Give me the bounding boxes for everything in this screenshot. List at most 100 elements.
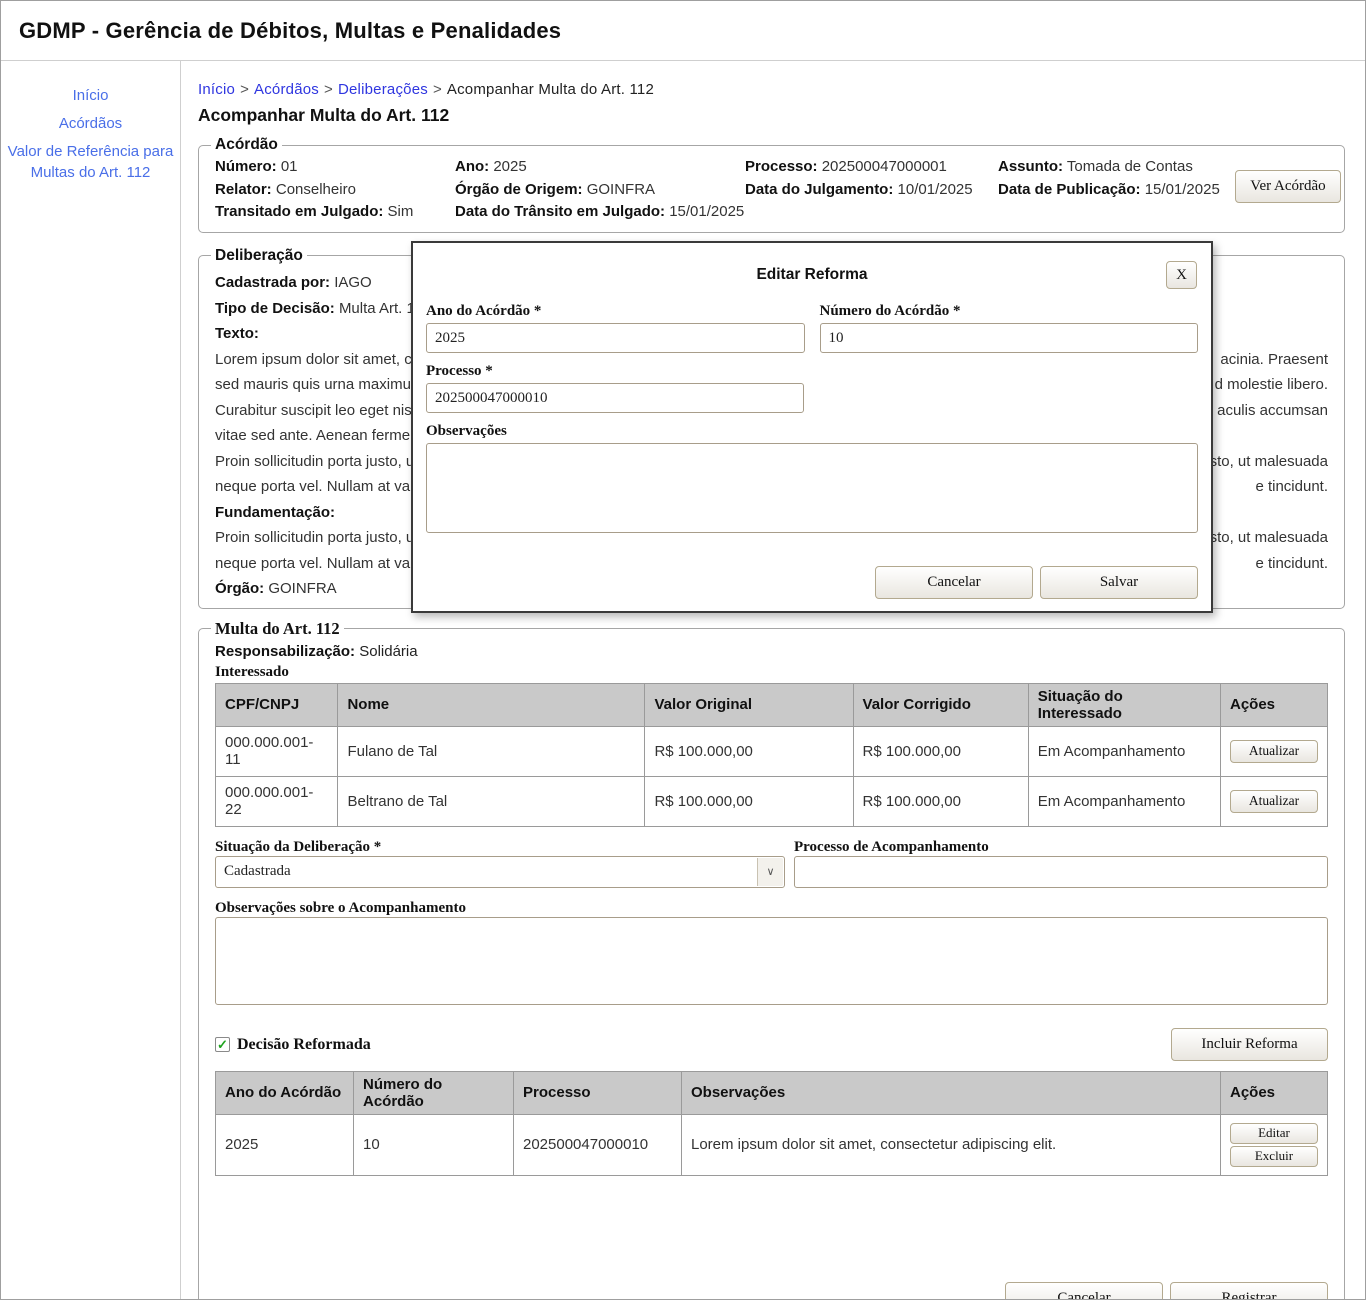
sidebar: Início Acórdãos Valor de Referência para… [1,61,181,1299]
sidebar-item-valor-referencia[interactable]: Valor de Referência para Multas do Art. … [7,141,174,183]
modal-observacoes-textarea[interactable] [426,443,1198,533]
relator-label: Relator: [215,180,272,198]
col-processo: Processo [513,1070,682,1115]
breadcrumb-separator: > [432,81,442,98]
processo-acompanhamento-input[interactable] [794,855,1328,888]
col-numero-acordao: Número do Acórdão [353,1070,514,1115]
decisao-reformada-label: Decisão Reformada [237,1035,371,1053]
col-acoes: Ações [1220,1070,1328,1115]
modal-ano-acordao-label: Ano do Acórdão * [426,303,542,319]
situacao-selected-value: Cadastrada [224,863,291,879]
orgao-origem-label: Órgão de Origem: [455,180,583,198]
app-title: GDMP - Gerência de Débitos, Multas e Pen… [19,17,562,43]
modal-numero-acordao-label: Número do Acórdão * [819,303,961,319]
breadcrumb-separator: > [324,81,333,98]
breadcrumb-link-inicio[interactable]: Início [198,81,235,98]
responsabilizacao-value: Solidária [359,642,418,660]
acordao-row: Relator: Conselheiro Órgão de Origem: GO… [215,179,1328,202]
atualizar-button[interactable]: Atualizar [1230,739,1318,763]
atualizar-button[interactable]: Atualizar [1230,789,1318,813]
page-root: GDMP - Gerência de Débitos, Multas e Pen… [0,0,1366,1300]
relator-value: Conselheiro [275,180,356,198]
cadastrada-por-label: Cadastrada por: [215,274,331,291]
modal-salvar-button[interactable]: Salvar [1040,566,1198,599]
observacoes-acompanhamento-label: Observações sobre o Acompanhamento [215,899,466,916]
processo-acompanhamento-label: Processo de Acompanhamento [794,838,989,855]
cadastrada-por-value: IAGO [334,274,372,291]
modal-numero-acordao-input[interactable] [819,323,1198,353]
table-row: 000.000.001-11 Fulano de Tal R$ 100.000,… [214,725,1328,777]
breadcrumb: Início > Acórdãos > Deliberações > Acompanhar … [198,81,1345,98]
page-title: Acompanhar Multa do Art. 112 [198,105,450,125]
data-transito-value: 15/01/2025 [669,203,745,220]
chevron-down-icon: ∨ [757,857,783,886]
decisao-reformada-checkbox[interactable]: ✓ [215,1037,230,1052]
data-publicacao-label: Data de Publicação: [998,180,1141,198]
assunto-value: Tomada de Contas [1066,158,1193,175]
observacoes-acompanhamento-textarea[interactable] [215,916,1328,1005]
interessado-table: CPF/CNPJ Nome Valor Original Valor Corri… [214,682,1328,827]
col-observacoes: Observações [681,1070,1221,1115]
deliberacao-legend: Deliberação [215,246,303,264]
col-nome: Nome [337,682,646,727]
breadcrumb-link-deliberacoes[interactable]: Deliberações [338,81,428,98]
transitado-label: Transitado em Julgado: [215,203,384,220]
acordao-fieldset: Acórdão Número: 01 Ano: 2025 Processo: 2… [198,136,1345,233]
numero-value: 01 [280,158,298,175]
table-row: 000.000.001-22 Beltrano de Tal R$ 100.00… [214,775,1328,827]
ano-label: Ano: [455,158,490,175]
data-transito-label: Data do Trânsito em Julgado: [455,203,666,220]
multa-legend: Multa do Art. 112 [215,618,340,638]
app-header: GDMP - Gerência de Débitos, Multas e Pen… [1,1,1365,61]
modal-processo-label: Processo * [426,363,493,379]
tipo-decisao-label: Tipo de Decisão: [215,299,335,317]
ver-acordao-button[interactable]: Ver Acórdão [1235,170,1341,203]
reforma-table: Ano do Acórdão Número do Acórdão Process… [215,1070,1328,1176]
modal-processo-input[interactable] [426,383,804,413]
data-publicacao-value: 15/01/2025 [1144,180,1220,198]
interessado-label: Interessado [215,663,289,680]
responsabilizacao-label: Responsabilização: [215,642,356,660]
processo-label: Processo: [745,158,818,175]
interessado-header-row: CPF/CNPJ Nome Valor Original Valor Corri… [214,682,1328,727]
acordao-row: Transitado em Julgado: Sim Data do Trâns… [215,201,1328,224]
situacao-deliberacao-label: Situação da Deliberação * [215,838,382,855]
col-acoes: Ações [1220,682,1328,727]
close-icon[interactable]: X [1166,261,1197,289]
numero-label: Número: [215,158,277,175]
modal-ano-acordao-input[interactable] [426,323,805,353]
editar-button[interactable]: Editar [1230,1122,1318,1144]
orgao-label: Órgão: [215,580,265,597]
texto-label: Texto: [215,325,259,342]
sidebar-item-inicio[interactable]: Início [7,85,174,106]
multa-fieldset: Multa do Art. 112 Responsabilização: Sol… [198,618,1345,1299]
breadcrumb-separator: > [240,81,250,98]
modal-cancelar-button[interactable]: Cancelar [875,566,1033,599]
excluir-button[interactable]: Excluir [1230,1145,1318,1167]
col-valor-original: Valor Original [644,682,854,727]
col-cpf-cnpj: CPF/CNPJ [214,682,339,727]
table-row: 2025 10 202500047000010 Lorem ipsum dolo… [215,1113,1328,1176]
orgao-value: GOINFRA [268,580,337,597]
sidebar-item-acordaos[interactable]: Acórdãos [7,113,174,134]
breadcrumb-link-acordaos[interactable]: Acórdãos [254,81,319,98]
data-julgamento-value: 10/01/2025 [897,180,973,198]
fundamentacao-label: Fundamentação: [215,503,336,521]
col-valor-corrigido: Valor Corrigido [852,682,1029,727]
incluir-reforma-button[interactable]: Incluir Reforma [1171,1027,1328,1061]
assunto-label: Assunto: [998,158,1063,175]
acordao-legend: Acórdão [215,136,278,153]
registrar-button[interactable]: Registrar [1170,1281,1328,1299]
cancelar-button[interactable]: Cancelar [1005,1281,1163,1299]
modal-title: Editar Reforma [756,266,868,283]
editar-reforma-modal: Editar Reforma X Ano do Acórdão * Número… [411,241,1213,613]
data-julgamento-label: Data do Julgamento: [745,180,894,198]
ano-value: 2025 [493,158,527,175]
modal-observacoes-label: Observações [426,423,507,439]
acordao-row: Número: 01 Ano: 2025 Processo: 202500047… [215,156,1328,179]
col-situacao: Situação do Interessado [1027,682,1222,727]
transitado-value: Sim [387,203,414,220]
orgao-origem-value: GOINFRA [586,180,656,198]
processo-value: 202500047000001 [821,158,947,175]
situacao-deliberacao-select[interactable]: Cadastrada ∨ [215,855,785,888]
